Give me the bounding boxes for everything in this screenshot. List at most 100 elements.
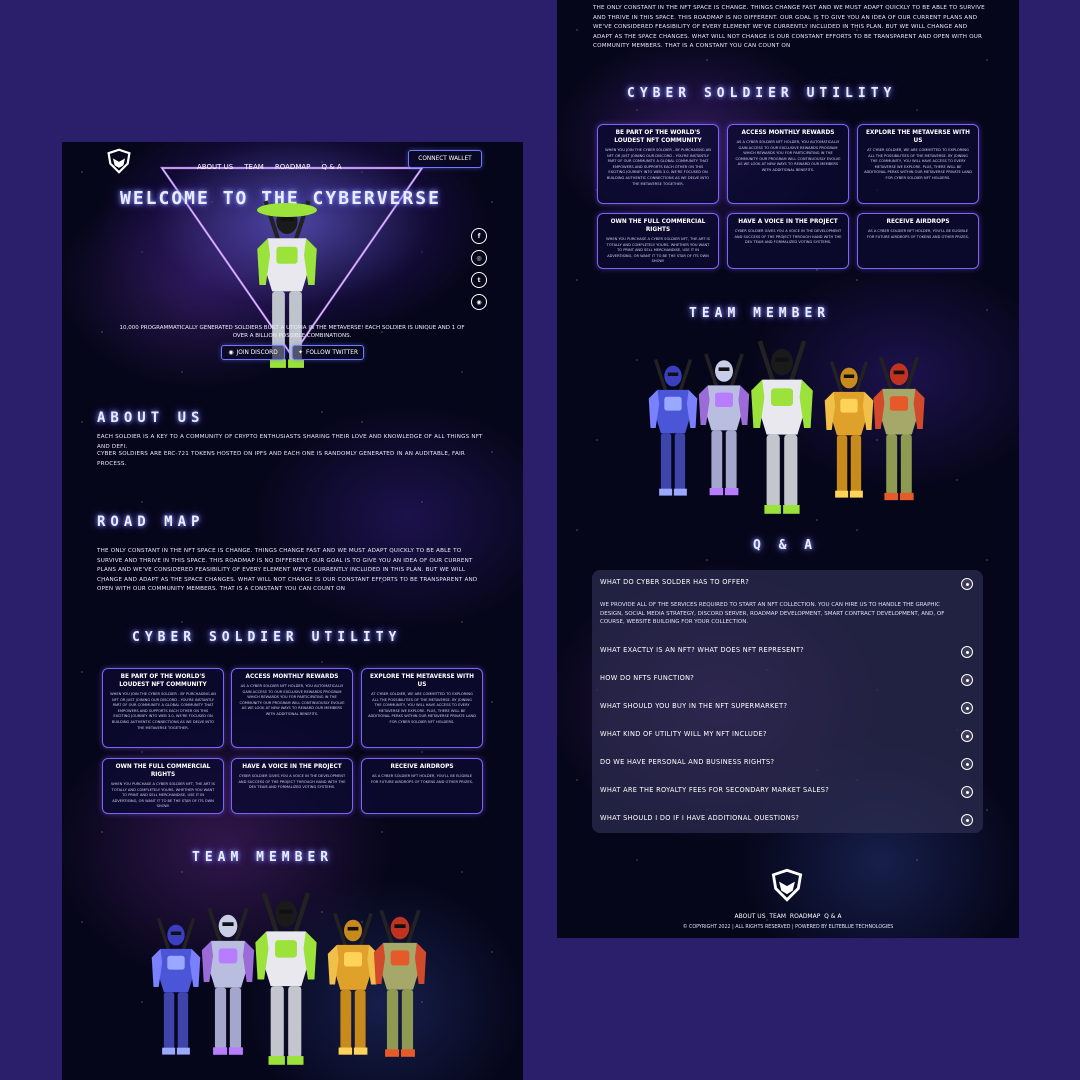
- team-soldier-blue: [150, 912, 202, 1062]
- follow-twitter-button[interactable]: ✦ FOLLOW TWITTER: [292, 345, 364, 360]
- faq-question: WHAT ARE THE ROYALTY FEES FOR SECONDARY …: [600, 786, 830, 794]
- site-logo[interactable]: [106, 148, 132, 174]
- card-desc: AS A CYBER SOLDIER NFT HOLDER, YOU AUTOM…: [735, 140, 841, 172]
- left-page-mockup: ABOUT US TEAM ROADMAP Q & A CONNECT WALL…: [62, 142, 523, 1080]
- footer-nav-qa[interactable]: Q & A: [824, 913, 841, 920]
- card-desc: WHEN YOU JOIN THE CYBER SOLDIER - BY PUR…: [605, 148, 711, 186]
- utility-card-airdrops: RECEIVE AIRDROPS AS A CYBER SOLDIER NFT …: [361, 758, 483, 814]
- card-title: ACCESS MONTHLY REWARDS: [741, 130, 835, 136]
- card-desc: CYBER SOLDIER GIVES YOU A VOICE IN THE D…: [238, 774, 346, 790]
- footer-logo[interactable]: [770, 868, 804, 902]
- card-title: RECEIVE AIRDROPS: [390, 764, 454, 770]
- card-title: HAVE A VOICE IN THE PROJECT: [738, 219, 838, 225]
- faq-question: WHAT KIND OF UTILITY WILL MY NFT INCLUDE…: [600, 730, 767, 738]
- expand-toggle-icon[interactable]: [961, 674, 973, 686]
- team-soldier-red: [871, 356, 927, 502]
- team-soldier-red: [372, 904, 428, 1064]
- card-title: HAVE A VOICE IN THE PROJECT: [242, 764, 342, 770]
- nav-roadmap[interactable]: ROADMAP: [275, 163, 310, 171]
- card-desc: WHEN YOU PURCHASE A CYBER SOLDIER NFT, T…: [111, 782, 215, 809]
- faq-item[interactable]: DO WE HAVE PERSONAL AND BUSINESS RIGHTS?: [600, 758, 973, 770]
- faq-question: WHAT SHOULD I DO IF I HAVE ADDITIONAL QU…: [600, 814, 800, 822]
- faq-item[interactable]: WHAT SHOULD I DO IF I HAVE ADDITIONAL QU…: [600, 814, 973, 826]
- connect-wallet-button[interactable]: CONNECT WALLET: [408, 150, 482, 168]
- about-heading: ABOUT US: [97, 410, 205, 426]
- nav-team[interactable]: TEAM: [244, 163, 264, 171]
- join-discord-label: JOIN DISCORD: [236, 349, 278, 356]
- faq-question: WHAT DO CYBER SOLDER HAS TO OFFER?: [600, 578, 750, 586]
- roadmap-text-continued: THE ONLY CONSTANT IN THE NFT SPACE IS CH…: [593, 5, 985, 50]
- team-soldier-gold: [823, 360, 875, 500]
- expand-toggle-icon[interactable]: [961, 758, 973, 770]
- right-page-mockup: THE ONLY CONSTANT IN THE NFT SPACE IS CH…: [557, 0, 1019, 938]
- card-desc: AS A CYBER SOLDIER NFT HOLDER, YOU AUTOM…: [239, 684, 345, 716]
- expand-toggle-icon[interactable]: [961, 814, 973, 826]
- card-desc: AS A CYBER SOLDIER NFT HOLDER, YOU'LL BE…: [370, 774, 474, 784]
- card-title: OWN THE FULL COMMERCIAL RIGHTS: [610, 219, 706, 233]
- utility-card-rewards: ACCESS MONTHLY REWARDS AS A CYBER SOLDIE…: [727, 124, 849, 204]
- twitter-icon[interactable]: t: [471, 272, 487, 288]
- card-desc: CYBER SOLDIER GIVES YOU A VOICE IN THE D…: [734, 229, 842, 245]
- utility-card-airdrops: RECEIVE AIRDROPS AS A CYBER SOLDIER NFT …: [857, 213, 979, 269]
- nav-about-us[interactable]: ABOUT US: [197, 163, 233, 171]
- expand-toggle-icon[interactable]: [961, 730, 973, 742]
- footer-nav-team[interactable]: TEAM: [769, 913, 786, 920]
- utility-card-metaverse: EXPLORE THE METAVERSE WITH US AT CYBER S…: [857, 124, 979, 204]
- utility-card-rights: OWN THE FULL COMMERCIAL RIGHTS WHEN YOU …: [597, 213, 719, 269]
- faq-question: WHAT EXACTLY IS AN NFT? WHAT DOES NFT RE…: [600, 646, 804, 654]
- footer-copyright: © COPYRIGHT 2022 | ALL RIGHTS RESERVED |…: [682, 925, 894, 930]
- footer-nav-about-us[interactable]: ABOUT US: [735, 913, 766, 920]
- team-heading: TEAM MEMBER: [192, 850, 334, 865]
- expand-toggle-icon[interactable]: [961, 578, 973, 590]
- team-soldier-silver: [200, 902, 256, 1062]
- faq-question: WHAT SHOULD YOU BUY IN THE NFT SUPERMARK…: [600, 702, 788, 710]
- card-desc: AT CYBER SOLDIER, WE ARE COMMITTED TO EX…: [368, 692, 476, 724]
- instagram-icon[interactable]: ◎: [471, 250, 487, 266]
- card-desc: WHEN YOU PURCHASE A CYBER SOLDIER NFT, T…: [606, 237, 710, 264]
- card-title: RECEIVE AIRDROPS: [886, 219, 950, 225]
- faq-item[interactable]: WHAT ARE THE ROYALTY FEES FOR SECONDARY …: [600, 786, 973, 798]
- utility-card-voice: HAVE A VOICE IN THE PROJECT CYBER SOLDIE…: [727, 213, 849, 269]
- join-discord-button[interactable]: ◉ JOIN DISCORD: [221, 345, 285, 360]
- footer-nav: ABOUT US TEAM ROADMAP Q & A: [557, 913, 1019, 920]
- faq-item[interactable]: WHAT DO CYBER SOLDER HAS TO OFFER?: [600, 578, 973, 590]
- team-heading: TEAM MEMBER: [689, 306, 831, 321]
- utility-card-rights: OWN THE FULL COMMERCIAL RIGHTS WHEN YOU …: [102, 758, 224, 814]
- expand-toggle-icon[interactable]: [961, 702, 973, 714]
- discord-icon[interactable]: ◉: [471, 294, 487, 310]
- faq-item[interactable]: WHAT EXACTLY IS AN NFT? WHAT DOES NFT RE…: [600, 646, 973, 658]
- utility-card-voice: HAVE A VOICE IN THE PROJECT CYBER SOLDIE…: [231, 758, 353, 814]
- card-title: OWN THE FULL COMMERCIAL RIGHTS: [115, 764, 211, 778]
- qa-heading: Q & A: [753, 538, 818, 553]
- faq-item[interactable]: WHAT SHOULD YOU BUY IN THE NFT SUPERMARK…: [600, 702, 973, 714]
- expand-toggle-icon[interactable]: [961, 786, 973, 798]
- card-desc: AT CYBER SOLDIER, WE ARE COMMITTED TO EX…: [864, 148, 972, 180]
- utility-card-metaverse: EXPLORE THE METAVERSE WITH US AT CYBER S…: [361, 668, 483, 748]
- card-title: BE PART OF THE WORLD'S LOUDEST NFT COMMU…: [614, 130, 702, 144]
- roadmap-heading: ROAD MAP: [97, 514, 205, 530]
- faq-question: DO WE HAVE PERSONAL AND BUSINESS RIGHTS?: [600, 758, 775, 766]
- utility-card-community: BE PART OF THE WORLD'S LOUDEST NFT COMMU…: [597, 124, 719, 204]
- card-desc: AS A CYBER SOLDIER NFT HOLDER, YOU'LL BE…: [866, 229, 970, 239]
- utility-heading: CYBER SOLDIER UTILITY: [132, 630, 402, 645]
- team-soldier-blue: [647, 358, 699, 498]
- main-nav: ABOUT US TEAM ROADMAP Q & A: [197, 154, 348, 173]
- expand-toggle-icon[interactable]: [961, 646, 973, 658]
- about-text-2: CYBER SOLDIERS ARE ERC-721 TOKENS HOSTED…: [97, 451, 465, 467]
- twitter-bird-icon: ✦: [298, 349, 304, 356]
- faq-answer: WE PROVIDE ALL OF THE SERVICES REQUIRED …: [600, 602, 945, 626]
- facebook-icon[interactable]: f: [471, 228, 487, 244]
- hero-soldier-hat: [257, 203, 317, 217]
- hero-tagline: 10,000 PROGRAMMATICALLY GENERATED SOLDIE…: [119, 325, 465, 339]
- nav-qa[interactable]: Q & A: [321, 163, 341, 171]
- utility-card-rewards: ACCESS MONTHLY REWARDS AS A CYBER SOLDIE…: [231, 668, 353, 748]
- follow-twitter-label: FOLLOW TWITTER: [306, 349, 358, 356]
- faq-item[interactable]: HOW DO NFTS FUNCTION?: [600, 674, 973, 686]
- team-soldier-green: [250, 892, 322, 1067]
- card-title: EXPLORE THE METAVERSE WITH US: [865, 130, 971, 144]
- team-soldier-green: [747, 340, 817, 516]
- faq-item[interactable]: WHAT KIND OF UTILITY WILL MY NFT INCLUDE…: [600, 730, 973, 742]
- footer-nav-roadmap[interactable]: ROADMAP: [790, 913, 820, 920]
- roadmap-text: THE ONLY CONSTANT IN THE NFT SPACE IS CH…: [97, 548, 478, 593]
- card-desc: WHEN YOU JOIN THE CYBER SOLDIER - BY PUR…: [110, 692, 216, 730]
